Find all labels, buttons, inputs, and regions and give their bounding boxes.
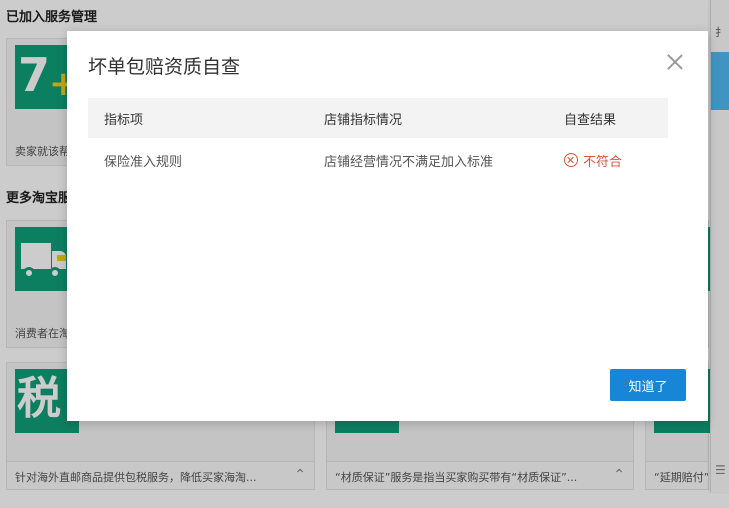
close-icon[interactable] (664, 51, 686, 73)
result-cell: 不符合 (564, 138, 622, 182)
table-row: 保险准入规则 店铺经营情况不满足加入标准 不符合 (88, 138, 668, 182)
column-header-item: 指标项 (104, 112, 144, 128)
got-it-button[interactable]: 知道了 (610, 369, 686, 401)
status-cell: 店铺经营情况不满足加入标准 (324, 154, 494, 170)
qualification-check-dialog: 坏单包赔资质自查 指标项 店铺指标情况 自查结果 保险准入规则 店铺经营情况不满… (67, 31, 708, 421)
check-result-table: 指标项 店铺指标情况 自查结果 保险准入规则 店铺经营情况不满足加入标准 不符合 (88, 98, 668, 182)
column-header-status: 店铺指标情况 (324, 112, 403, 128)
item-cell: 保险准入规则 (104, 154, 183, 170)
result-text: 不符合 (583, 154, 623, 170)
dialog-title: 坏单包赔资质自查 (88, 56, 241, 78)
fail-circle-x-icon (564, 153, 578, 167)
column-header-result: 自查结果 (564, 112, 617, 128)
table-header: 指标项 店铺指标情况 自查结果 (88, 98, 668, 138)
